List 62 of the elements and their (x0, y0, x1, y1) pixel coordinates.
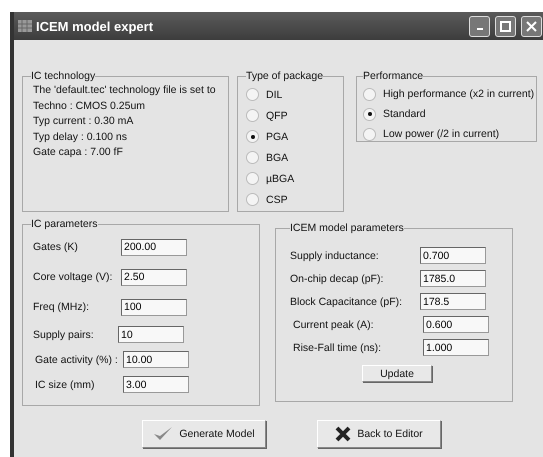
option-label: Standard (383, 108, 426, 120)
group-title: Performance (363, 70, 424, 82)
input-field[interactable]: 0.600 (423, 316, 489, 333)
info-line: Techno : CMOS 0.25um (32, 100, 146, 114)
option-label: DIL (266, 88, 282, 100)
field-label: Rise-Fall time (ns): (292, 342, 382, 354)
input-field[interactable]: 178.5 (420, 293, 486, 310)
field-label: Block Capacitance (pF): (290, 296, 404, 308)
field-label: Gate activity (%) : (34, 354, 119, 366)
minimize-button[interactable] (469, 16, 490, 36)
group-title: IC technology (31, 70, 96, 82)
field-label: IC size (mm) (34, 378, 96, 390)
generate-button[interactable]: Generate Model (142, 420, 266, 448)
input-field[interactable]: 1.000 (423, 339, 489, 356)
group-title: Type of package (246, 70, 324, 82)
radio-button[interactable] (246, 193, 259, 206)
info-line: Typ delay : 0.100 ns (32, 130, 128, 144)
radio-button[interactable] (246, 151, 259, 164)
maximize-icon (500, 20, 511, 32)
radio-button[interactable] (363, 128, 376, 140)
info-line: Gate capa : 7.00 fF (32, 146, 124, 160)
option-label: QFP (266, 110, 288, 122)
radio-button[interactable] (246, 130, 259, 143)
input-field[interactable]: 0.700 (420, 247, 486, 264)
close-icon (526, 20, 537, 32)
maximize-button[interactable] (495, 16, 516, 36)
input-field[interactable]: 100 (121, 298, 187, 316)
option-label: High performance (x2 in current) (383, 88, 534, 100)
input-field[interactable]: 10 (118, 326, 184, 343)
radio-button[interactable] (246, 88, 259, 101)
input-field[interactable]: 1785.0 (420, 270, 486, 287)
option-label: PGA (266, 130, 288, 142)
back-button[interactable]: Back to Editor (317, 420, 441, 448)
field-label: Current peak (A): (292, 318, 375, 330)
group-title: ICEM model parameters (290, 222, 404, 234)
info-line: The 'default.tec' technology file is set to (32, 84, 217, 98)
update-button[interactable]: Update (362, 365, 432, 382)
option-label: µBGA (266, 172, 294, 184)
checkmark-icon (153, 426, 174, 442)
input-field[interactable]: 200.00 (121, 238, 187, 256)
option-label: CSP (266, 194, 288, 206)
field-label: Gates (K) (32, 241, 79, 253)
cross-icon (335, 426, 352, 442)
window-title: ICEM model expert (36, 18, 154, 34)
radio-button[interactable] (363, 108, 376, 120)
option-label: BGA (266, 152, 288, 164)
close-button[interactable] (521, 16, 542, 36)
field-label: Core voltage (V): (32, 271, 114, 283)
radio-button[interactable] (246, 172, 259, 185)
field-label: Freq (MHz): (32, 301, 90, 313)
input-field[interactable]: 10.00 (123, 351, 189, 368)
info-line: Typ current : 0.30 mA (32, 115, 134, 129)
radio-button[interactable] (363, 88, 376, 100)
group-title: IC parameters (31, 218, 98, 230)
option-label: Low power (/2 in current) (383, 128, 500, 140)
field-label: On-chip decap (pF): (290, 272, 384, 284)
input-field[interactable]: 2.50 (121, 268, 187, 286)
radio-button[interactable] (246, 109, 259, 122)
app-icon (18, 20, 32, 32)
input-field[interactable]: 3.00 (123, 376, 189, 393)
field-label: Supply pairs: (32, 328, 95, 340)
field-label: Supply inductance: (290, 250, 380, 262)
